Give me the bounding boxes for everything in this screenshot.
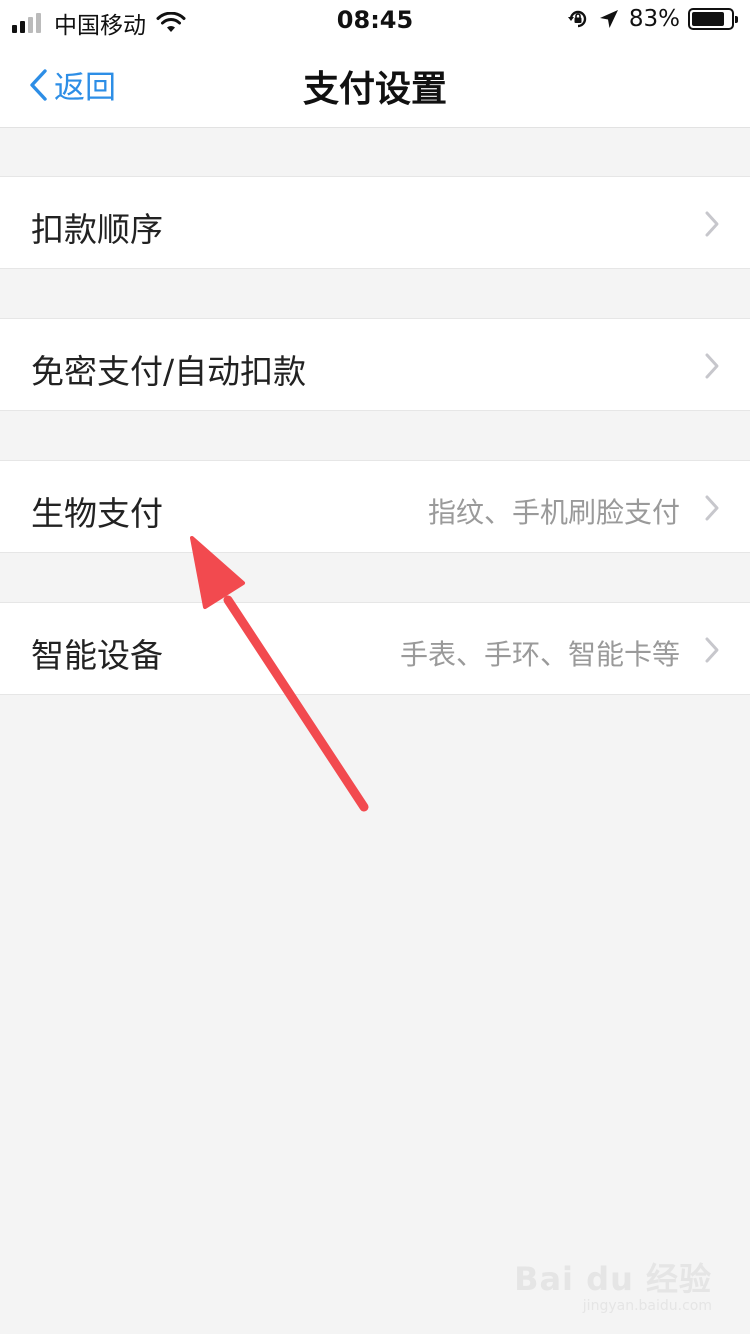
- row-label: 生物支付: [31, 494, 163, 533]
- settings-row-deduction-order[interactable]: 扣款顺序: [0, 176, 750, 269]
- chevron-right-icon: [705, 637, 719, 663]
- row-label: 免密支付/自动扣款: [31, 352, 307, 391]
- status-bar: 中国移动 08:45 83%: [0, 0, 750, 40]
- page-title: 支付设置: [302, 69, 447, 110]
- battery-percent: 83%: [628, 6, 680, 32]
- rotation-lock-icon: [567, 10, 587, 28]
- navigation-bar: 返回 支付设置: [0, 40, 750, 128]
- chevron-right-icon: [705, 353, 719, 379]
- row-label: 扣款顺序: [31, 210, 163, 249]
- watermark-url: jingyan.baidu.com: [582, 1298, 712, 1314]
- location-arrow-icon: [599, 10, 618, 28]
- row-detail: 指纹、手机刷脸支付: [427, 496, 680, 529]
- row-label: 智能设备: [31, 636, 163, 675]
- row-detail: 手表、手环、智能卡等: [399, 638, 680, 671]
- settings-row-smart-devices[interactable]: 智能设备 手表、手环、智能卡等: [0, 602, 750, 695]
- baidu-jingyan-watermark: Bai du 经验 jingyan.baidu.com: [514, 1254, 712, 1314]
- settings-row-biometric-payment[interactable]: 生物支付 指纹、手机刷脸支付: [0, 460, 750, 553]
- watermark-logo: Bai du 经验: [514, 1260, 712, 1298]
- status-right: 83%: [567, 6, 738, 32]
- battery-icon: [688, 8, 738, 30]
- settings-row-password-free-payment[interactable]: 免密支付/自动扣款: [0, 318, 750, 411]
- battery-level: [692, 12, 724, 26]
- chevron-right-icon: [705, 211, 719, 237]
- chevron-right-icon: [705, 495, 719, 521]
